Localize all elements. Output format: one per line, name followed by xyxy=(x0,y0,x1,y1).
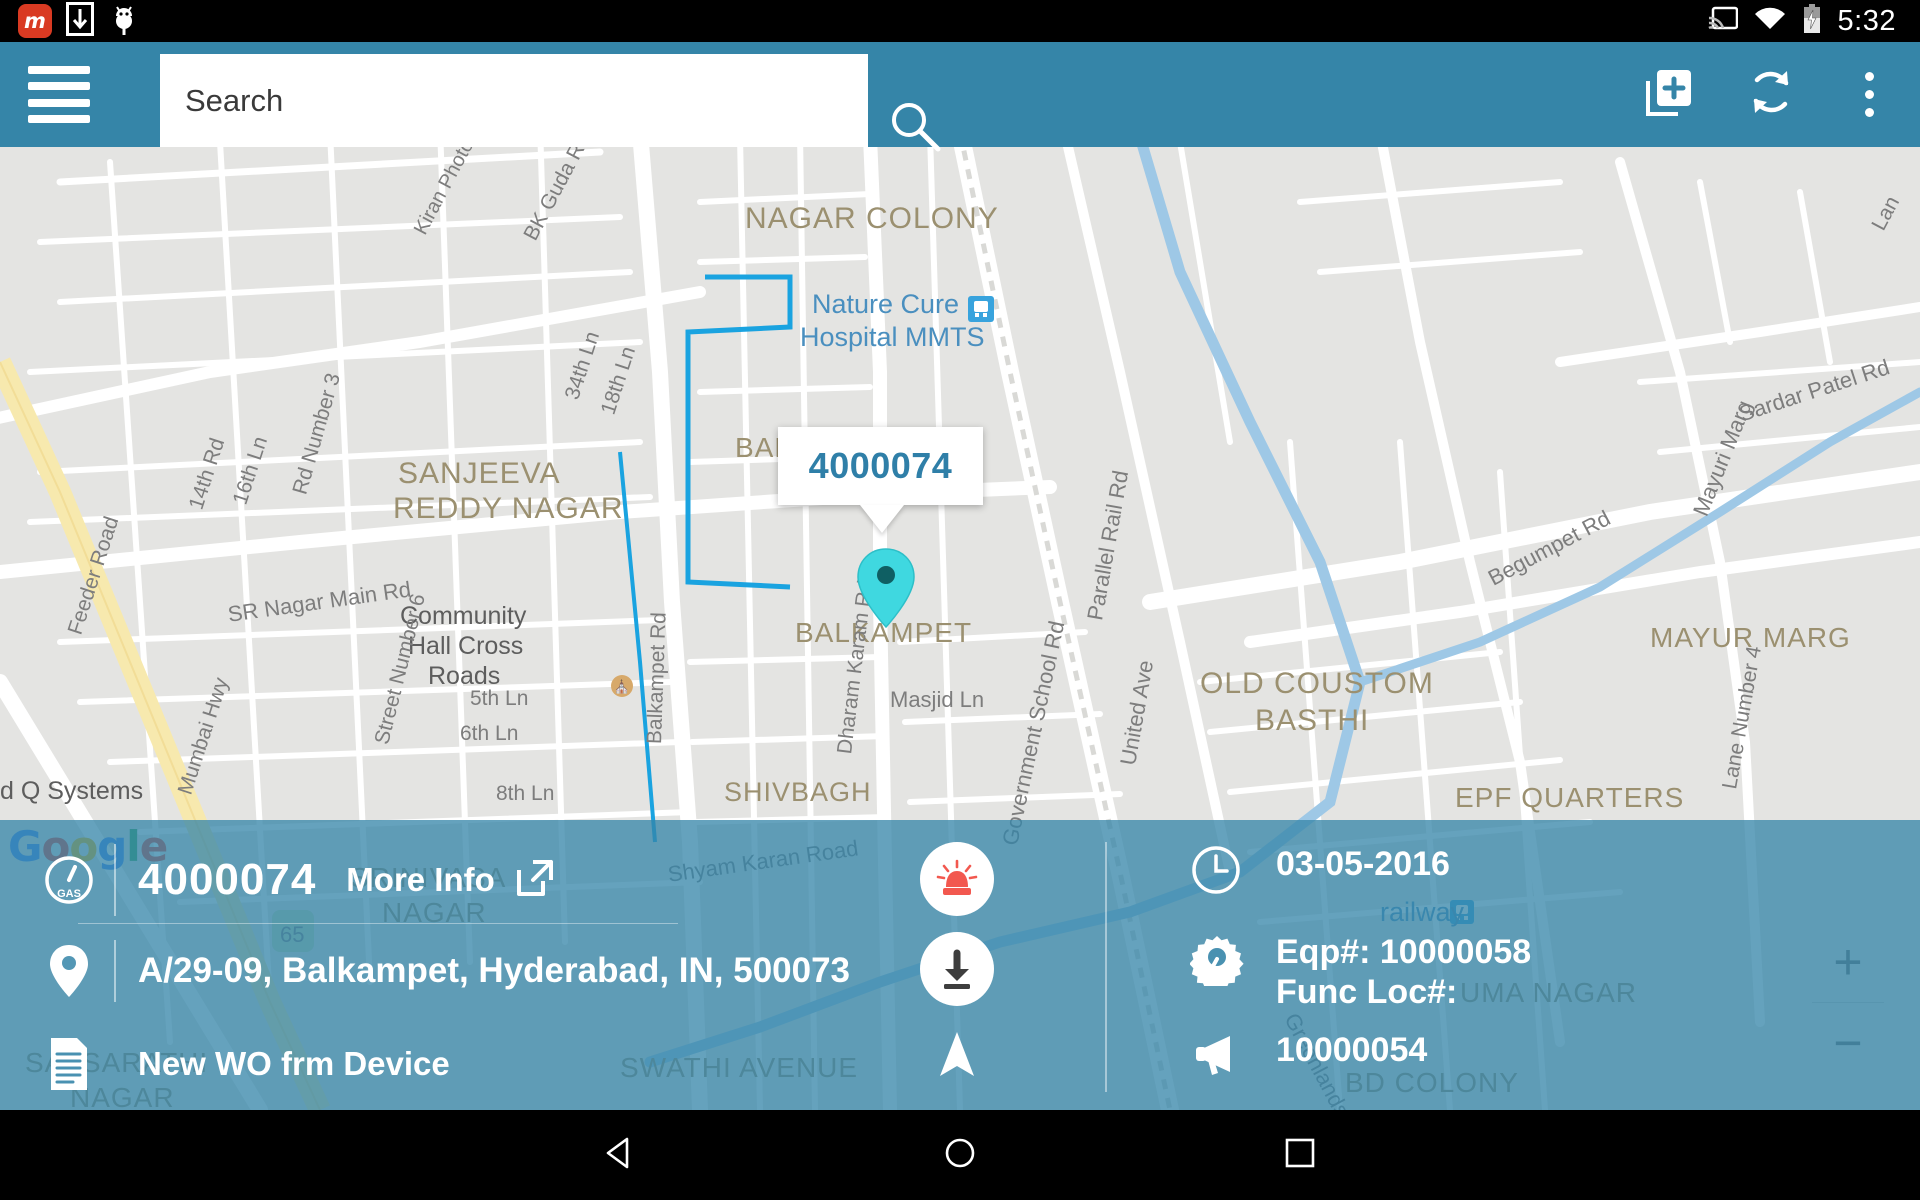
address-text: A/29-09, Balkampet, Hyderabad, IN, 50007… xyxy=(138,951,851,990)
gas-gauge-icon: GAS xyxy=(30,854,108,906)
clock-icon xyxy=(1190,844,1276,896)
date-value: 03-05-2016 xyxy=(1276,845,1450,883)
navigation-arrow-icon[interactable] xyxy=(938,1030,976,1083)
app-m-icon: m xyxy=(18,4,52,38)
order-row[interactable]: GAS 4000074 More Info xyxy=(30,844,557,916)
gear-wrench-icon xyxy=(1190,932,1276,986)
bottom-info-panel: GAS 4000074 More Info A/29-09, Balkampet… xyxy=(0,820,1920,1110)
location-pin-icon xyxy=(30,943,108,999)
search-placeholder: Search xyxy=(185,82,284,118)
map-info-window[interactable]: 4000074 xyxy=(778,427,983,505)
svg-text:⛪: ⛪ xyxy=(614,678,630,695)
train-station-icon xyxy=(968,296,994,322)
status-bar-clock: 5:32 xyxy=(1837,4,1896,37)
address-row[interactable]: A/29-09, Balkampet, Hyderabad, IN, 50007… xyxy=(30,940,850,1002)
functional-location: Func Loc#: xyxy=(1276,973,1458,1012)
toolbar-actions xyxy=(1645,42,1892,147)
android-robot-icon xyxy=(108,2,140,41)
equipment-row: Eqp#: 10000058 Func Loc#: xyxy=(1190,932,1531,1012)
recents-square-icon[interactable] xyxy=(1280,1133,1320,1178)
android-nav-bar xyxy=(0,1110,1920,1200)
add-new-document-icon[interactable] xyxy=(1645,67,1695,122)
panel-action-column xyxy=(890,820,1120,1110)
status-bar: m 5:32 xyxy=(0,0,1920,42)
hamburger-menu-icon[interactable] xyxy=(28,65,90,124)
panel-left-column: GAS 4000074 More Info A/29-09, Balkampet… xyxy=(0,820,860,1110)
panel-right-column: 03-05-2016 Eqp#: 10000058 Func Loc#: 100… xyxy=(1180,820,1920,1110)
status-bar-right-icons: 5:32 xyxy=(1707,3,1920,39)
equipment-block: Eqp#: 10000058 Func Loc#: xyxy=(1276,932,1531,1012)
panel-horizontal-divider xyxy=(78,923,678,924)
cast-icon xyxy=(1707,6,1738,37)
back-triangle-icon[interactable] xyxy=(600,1133,640,1178)
work-order-row[interactable]: New WO frm Device xyxy=(30,1035,450,1093)
order-number: 4000074 xyxy=(138,855,317,904)
wifi-icon xyxy=(1754,7,1786,36)
external-link-icon[interactable] xyxy=(513,856,557,905)
siren-alarm-icon[interactable] xyxy=(920,842,994,916)
info-window-tail xyxy=(860,505,904,533)
android-screen: ⛪ NAGAR COLONY Nature Cure Hospital MMTS Ki… xyxy=(0,0,1920,1200)
map-marker-pin[interactable] xyxy=(856,547,916,629)
notification-number: 10000054 xyxy=(1276,1031,1428,1069)
date-row: 03-05-2016 xyxy=(1190,844,1450,896)
battery-charging-icon xyxy=(1802,3,1822,39)
megaphone-icon xyxy=(1190,1030,1276,1078)
more-info-label[interactable]: More Info xyxy=(346,861,494,899)
svg-text:GAS: GAS xyxy=(57,888,81,900)
address-row-divider xyxy=(114,940,116,1002)
equipment-number: Eqp#: 10000058 xyxy=(1276,933,1532,971)
search-input[interactable]: Search xyxy=(160,54,868,147)
work-order-row-divider xyxy=(114,1035,116,1093)
download-icon xyxy=(66,1,94,41)
map-poi-icon: ⛪ xyxy=(611,675,633,697)
document-icon xyxy=(30,1036,108,1092)
panel-column-divider xyxy=(1105,842,1107,1092)
home-circle-icon[interactable] xyxy=(940,1133,980,1178)
search-icon[interactable] xyxy=(886,97,942,158)
marker-center-dot xyxy=(877,566,895,584)
work-order-title: New WO frm Device xyxy=(138,1045,450,1082)
download-circle-icon[interactable] xyxy=(920,932,994,1006)
app-toolbar: Search xyxy=(0,42,1920,152)
sync-refresh-icon[interactable] xyxy=(1745,66,1797,123)
info-window-label: 4000074 xyxy=(808,445,953,486)
overflow-menu-icon[interactable] xyxy=(1847,72,1892,117)
notification-row: 10000054 xyxy=(1190,1030,1427,1078)
order-row-divider xyxy=(114,844,116,916)
status-bar-left-icons: m xyxy=(0,1,140,41)
